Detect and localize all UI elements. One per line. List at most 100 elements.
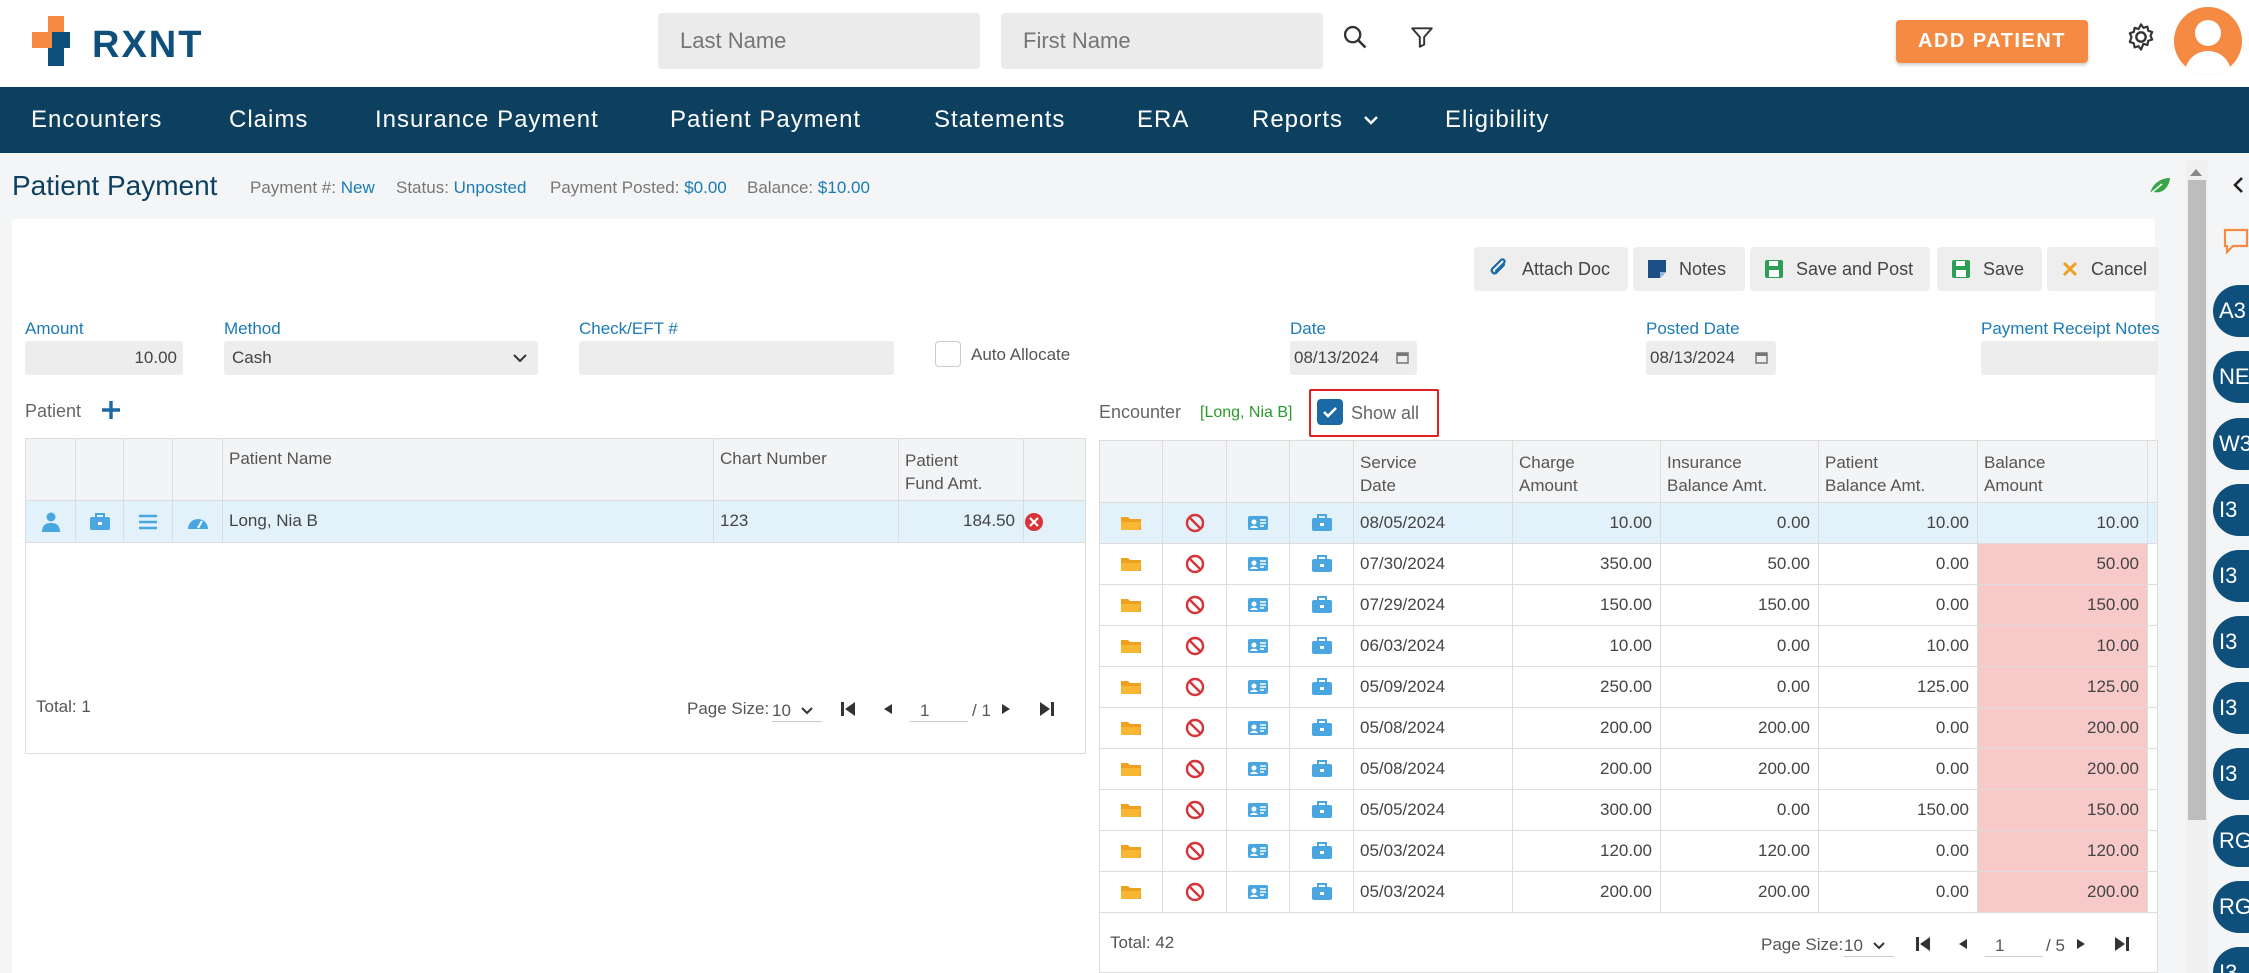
- void-ban-icon[interactable]: [1163, 585, 1227, 625]
- void-ban-icon[interactable]: [1163, 831, 1227, 871]
- table-row[interactable]: Long, Nia B 123 184.50: [26, 501, 1085, 543]
- posted-date-input[interactable]: 08/13/2024: [1646, 341, 1776, 375]
- void-ban-icon[interactable]: [1163, 667, 1227, 707]
- briefcase-icon[interactable]: [1290, 790, 1354, 830]
- add-patient-button[interactable]: ADD PATIENT: [1896, 20, 2088, 63]
- id-card-icon[interactable]: [1227, 544, 1290, 584]
- table-row[interactable]: 05/08/2024 200.00 200.00 0.00 200.00: [1100, 749, 2157, 790]
- table-row[interactable]: 05/05/2024 300.00 0.00 150.00 150.00: [1100, 790, 2157, 831]
- nav-claims[interactable]: Claims: [229, 87, 308, 153]
- col-patient-name[interactable]: Patient Name: [223, 439, 714, 500]
- page-size-select[interactable]: 10: [1844, 936, 1894, 957]
- gear-icon[interactable]: [2124, 20, 2158, 54]
- search-icon[interactable]: [1340, 22, 1370, 52]
- show-all-checkbox[interactable]: [1317, 399, 1343, 425]
- collapse-chevron-left-icon[interactable]: [2232, 176, 2246, 199]
- id-card-icon[interactable]: [1227, 790, 1290, 830]
- nav-encounters[interactable]: Encounters: [31, 87, 162, 153]
- col-charge-amount[interactable]: Charge Amount: [1513, 441, 1661, 502]
- nav-eligibility[interactable]: Eligibility: [1445, 87, 1549, 153]
- amount-input[interactable]: 10.00: [25, 341, 183, 375]
- id-card-icon[interactable]: [1227, 872, 1290, 912]
- page-scrollbar[interactable]: [2186, 160, 2208, 973]
- id-card-icon[interactable]: [1227, 503, 1290, 543]
- payment-receipt-notes-input[interactable]: [1981, 341, 2158, 375]
- auto-allocate-checkbox[interactable]: [935, 341, 961, 367]
- void-ban-icon[interactable]: [1163, 708, 1227, 748]
- table-row[interactable]: 05/08/2024 200.00 200.00 0.00 200.00: [1100, 708, 2157, 749]
- patient-person-icon[interactable]: [26, 501, 76, 542]
- void-ban-icon[interactable]: [1163, 790, 1227, 830]
- next-page-icon[interactable]: [2075, 936, 2089, 957]
- briefcase-icon[interactable]: [1290, 708, 1354, 748]
- date-input[interactable]: 08/13/2024: [1290, 341, 1417, 375]
- first-name-search-input[interactable]: [1001, 13, 1323, 69]
- notes-button[interactable]: Notes: [1633, 247, 1745, 291]
- nav-reports[interactable]: Reports: [1252, 87, 1343, 153]
- table-row[interactable]: 05/09/2024 250.00 0.00 125.00 125.00: [1100, 667, 2157, 708]
- scrollbar-thumb[interactable]: [2188, 180, 2206, 820]
- col-balance-amount[interactable]: Balance Amount: [1978, 441, 2148, 502]
- nav-insurance-payment[interactable]: Insurance Payment: [375, 87, 599, 153]
- page-size-select[interactable]: 10: [772, 701, 822, 722]
- nav-patient-payment[interactable]: Patient Payment: [670, 87, 861, 153]
- last-page-icon[interactable]: [2113, 936, 2131, 957]
- next-page-icon[interactable]: [1000, 701, 1014, 722]
- void-ban-icon[interactable]: [1163, 626, 1227, 666]
- folder-icon[interactable]: [1100, 708, 1163, 748]
- briefcase-icon[interactable]: [76, 501, 124, 542]
- filter-icon[interactable]: [1407, 22, 1437, 52]
- void-ban-icon[interactable]: [1163, 544, 1227, 584]
- folder-icon[interactable]: [1100, 831, 1163, 871]
- page-number-input[interactable]: 1: [910, 701, 968, 722]
- folder-icon[interactable]: [1100, 585, 1163, 625]
- save-button[interactable]: Save: [1937, 247, 2042, 291]
- calendar-icon[interactable]: [1396, 351, 1409, 364]
- table-row[interactable]: 08/05/2024 10.00 0.00 10.00 10.00: [1100, 503, 2157, 544]
- briefcase-icon[interactable]: [1290, 626, 1354, 666]
- void-ban-icon[interactable]: [1163, 503, 1227, 543]
- id-card-icon[interactable]: [1227, 831, 1290, 871]
- chat-icon[interactable]: [2222, 227, 2249, 260]
- add-patient-plus-icon[interactable]: [100, 399, 122, 426]
- folder-icon[interactable]: [1100, 544, 1163, 584]
- nav-era[interactable]: ERA: [1137, 87, 1189, 153]
- id-card-icon[interactable]: [1227, 708, 1290, 748]
- briefcase-icon[interactable]: [1290, 831, 1354, 871]
- table-row[interactable]: 07/29/2024 150.00 150.00 0.00 150.00: [1100, 585, 2157, 626]
- folder-icon[interactable]: [1100, 790, 1163, 830]
- first-page-icon[interactable]: [1914, 936, 1932, 957]
- list-icon[interactable]: [124, 501, 173, 542]
- col-patient-fund[interactable]: Patient Fund Amt.: [899, 439, 1024, 500]
- method-select[interactable]: Cash: [224, 341, 538, 375]
- col-insurance-balance[interactable]: Insurance Balance Amt.: [1661, 441, 1819, 502]
- table-row[interactable]: 06/03/2024 10.00 0.00 10.00 10.00: [1100, 626, 2157, 667]
- void-ban-icon[interactable]: [1163, 749, 1227, 789]
- first-page-icon[interactable]: [839, 701, 857, 722]
- id-card-icon[interactable]: [1227, 667, 1290, 707]
- id-card-icon[interactable]: [1227, 585, 1290, 625]
- dashboard-gauge-icon[interactable]: [173, 501, 223, 542]
- col-service-date[interactable]: Service Date: [1354, 441, 1513, 502]
- page-number-input[interactable]: 1: [1985, 936, 2043, 957]
- void-ban-icon[interactable]: [1163, 872, 1227, 912]
- folder-icon[interactable]: [1100, 626, 1163, 666]
- folder-icon[interactable]: [1100, 872, 1163, 912]
- remove-patient-x-icon[interactable]: [1024, 512, 1044, 537]
- briefcase-icon[interactable]: [1290, 544, 1354, 584]
- prev-page-icon[interactable]: [880, 701, 894, 722]
- folder-icon[interactable]: [1100, 749, 1163, 789]
- col-patient-balance[interactable]: Patient Balance Amt.: [1819, 441, 1978, 502]
- folder-icon[interactable]: [1100, 667, 1163, 707]
- calendar-icon[interactable]: [1755, 351, 1768, 364]
- attach-doc-button[interactable]: Attach Doc: [1474, 247, 1628, 291]
- col-chart-number[interactable]: Chart Number: [714, 439, 899, 500]
- reports-chevron-down-icon[interactable]: [1362, 111, 1380, 134]
- briefcase-icon[interactable]: [1290, 872, 1354, 912]
- last-page-icon[interactable]: [1038, 701, 1056, 722]
- briefcase-icon[interactable]: [1290, 503, 1354, 543]
- briefcase-icon[interactable]: [1290, 749, 1354, 789]
- id-card-icon[interactable]: [1227, 626, 1290, 666]
- prev-page-icon[interactable]: [1955, 936, 1969, 957]
- table-row[interactable]: 07/30/2024 350.00 50.00 0.00 50.00: [1100, 544, 2157, 585]
